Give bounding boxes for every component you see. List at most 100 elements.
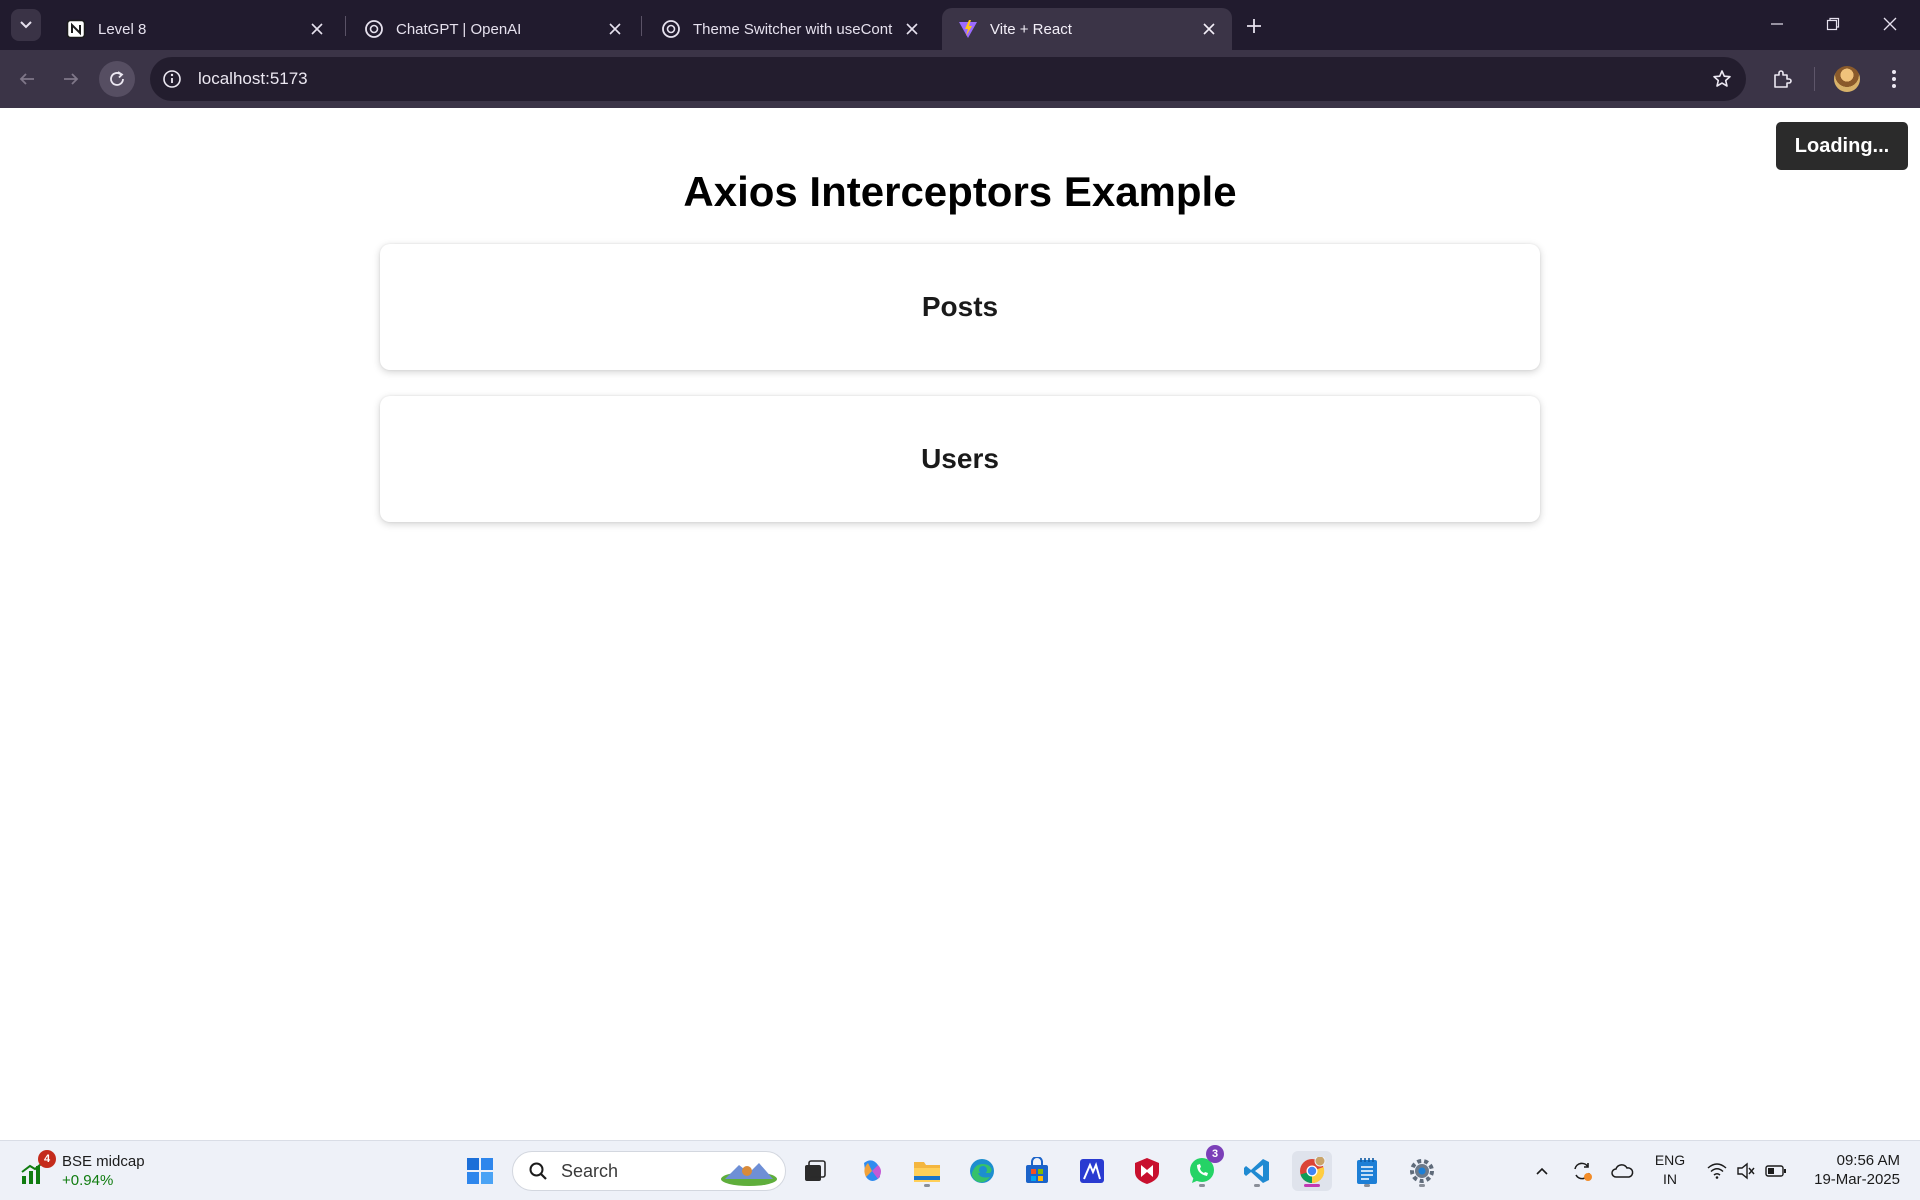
close-icon[interactable]: [308, 20, 326, 38]
users-card: Users: [380, 396, 1540, 522]
sync-icon[interactable]: [1570, 1159, 1594, 1183]
running-indicator: [1199, 1184, 1205, 1187]
site-info-icon[interactable]: [160, 67, 184, 91]
running-indicator: [1254, 1184, 1260, 1187]
input-language-indicator[interactable]: ENG IN: [1652, 1151, 1688, 1189]
chrome-icon: [1300, 1157, 1326, 1184]
extensions-icon[interactable]: [1768, 65, 1796, 93]
restore-button[interactable]: [1811, 8, 1855, 40]
system-clock[interactable]: 09:56 AM 19-Mar-2025: [1800, 1151, 1900, 1189]
close-icon[interactable]: [903, 20, 921, 38]
language-code: ENG: [1654, 1152, 1686, 1168]
minimize-button[interactable]: [1755, 8, 1799, 40]
taskbar-search[interactable]: Search: [512, 1151, 786, 1191]
minimize-icon: [1771, 23, 1783, 25]
tab-search-button[interactable]: [11, 9, 41, 41]
url-text: localhost:5173: [198, 69, 308, 88]
file-explorer-button[interactable]: [907, 1151, 947, 1191]
widget-title: BSE midcap: [62, 1153, 145, 1170]
settings-icon: [1410, 1159, 1434, 1183]
chrome-button[interactable]: [1292, 1151, 1332, 1191]
tab-theme-switcher[interactable]: Theme Switcher with useContext: [645, 8, 935, 50]
bookmark-star-icon[interactable]: [1710, 67, 1734, 91]
notion-icon: [66, 19, 86, 39]
plus-icon: [1247, 19, 1261, 33]
address-bar[interactable]: localhost:5173: [150, 57, 1746, 101]
users-heading: Users: [921, 443, 999, 474]
clock-date: 19-Mar-2025: [1814, 1171, 1900, 1188]
onedrive-icon[interactable]: [1610, 1159, 1634, 1183]
loading-indicator: Loading...: [1776, 122, 1908, 170]
clock-time: 09:56 AM: [1836, 1152, 1900, 1169]
page-content: Loading... Axios Interceptors Example Po…: [0, 108, 1920, 1140]
vite-icon: [958, 19, 978, 39]
market-widget[interactable]: 4 BSE midcap +0.94%: [20, 1149, 145, 1193]
reload-button[interactable]: [99, 61, 135, 97]
posts-card: Posts: [380, 244, 1540, 370]
arrow-right-icon: [64, 73, 79, 85]
search-icon: [527, 1160, 549, 1182]
tab-title: Theme Switcher with useContext: [693, 20, 893, 38]
openai-icon: [364, 19, 384, 39]
close-icon[interactable]: [1200, 20, 1218, 38]
close-icon: [1883, 17, 1897, 31]
notepad-button[interactable]: [1347, 1151, 1387, 1191]
edge-icon: [970, 1159, 994, 1183]
file-explorer-icon: [914, 1162, 940, 1182]
language-region: IN: [1663, 1171, 1677, 1187]
battery-icon[interactable]: [1764, 1159, 1788, 1183]
mcafee-antitrack-icon: [1080, 1159, 1104, 1183]
running-indicator: [1364, 1184, 1370, 1187]
tab-title: Level 8: [98, 20, 147, 38]
windows-taskbar: 4 BSE midcap +0.94% Search 3 ENG IN 09:5…: [0, 1140, 1920, 1200]
back-button[interactable]: [9, 61, 45, 97]
tab-chatgpt[interactable]: ChatGPT | OpenAI: [348, 8, 638, 50]
copilot-icon: [864, 1160, 881, 1181]
show-hidden-icons-icon[interactable]: [1530, 1159, 1554, 1183]
whatsapp-unread-badge: 3: [1206, 1145, 1224, 1163]
vscode-icon: [1244, 1159, 1269, 1183]
browser-toolbar: localhost:5173: [0, 50, 1920, 108]
widget-change: +0.94%: [62, 1172, 114, 1189]
microsoft-store-button[interactable]: [1017, 1151, 1057, 1191]
widget-notification-badge: 4: [38, 1150, 56, 1168]
running-indicator: [1419, 1184, 1425, 1187]
volume-muted-icon[interactable]: [1734, 1159, 1758, 1183]
tab-level-8[interactable]: Level 8: [50, 8, 340, 50]
mcafee-button[interactable]: [1127, 1151, 1167, 1191]
search-highlight-icon: [721, 1163, 777, 1186]
tab-title: Vite + React: [990, 20, 1072, 38]
page-title: Axios Interceptors Example: [683, 168, 1237, 215]
settings-button[interactable]: [1402, 1151, 1442, 1191]
toolbar-divider: [1814, 67, 1815, 91]
microsoft-store-icon: [1026, 1157, 1048, 1183]
stock-chart-icon: 4: [20, 1150, 56, 1186]
close-icon[interactable]: [606, 20, 624, 38]
mcafee-icon: [1135, 1158, 1159, 1184]
new-tab-button[interactable]: [1240, 12, 1268, 40]
browser-tab-strip: Level 8 ChatGPT | OpenAI Theme Switcher …: [0, 0, 1920, 50]
tab-vite-react[interactable]: Vite + React: [942, 8, 1232, 50]
restore-icon: [1826, 17, 1840, 31]
posts-heading: Posts: [921, 291, 999, 322]
wifi-icon[interactable]: [1705, 1159, 1729, 1183]
tab-title: ChatGPT | OpenAI: [396, 20, 522, 38]
openai-icon: [661, 19, 681, 39]
mcafee-antitrack-button[interactable]: [1072, 1151, 1112, 1191]
copilot-button[interactable]: [852, 1151, 892, 1191]
forward-button[interactable]: [53, 61, 89, 97]
close-window-button[interactable]: [1868, 8, 1912, 40]
windows-start-icon: [467, 1158, 493, 1184]
more-menu-icon[interactable]: [1880, 65, 1908, 93]
arrow-left-icon: [19, 73, 34, 85]
task-view-button[interactable]: [795, 1151, 835, 1191]
whatsapp-button[interactable]: 3: [1182, 1145, 1224, 1191]
running-indicator: [1304, 1184, 1320, 1187]
vscode-button[interactable]: [1237, 1151, 1277, 1191]
tab-separator: [641, 16, 642, 36]
edge-button[interactable]: [962, 1151, 1002, 1191]
start-button[interactable]: [460, 1151, 500, 1191]
profile-avatar[interactable]: [1834, 66, 1860, 92]
task-view-icon: [805, 1160, 826, 1181]
running-indicator: [924, 1184, 930, 1187]
